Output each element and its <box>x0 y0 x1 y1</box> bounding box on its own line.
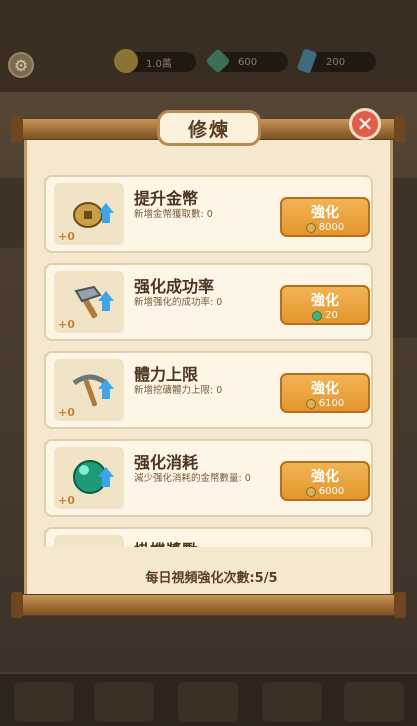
item-icon-box: +0 <box>54 183 124 245</box>
bottom-nav <box>0 672 417 726</box>
item-icon-box: +0 <box>54 359 124 421</box>
item-name: 體力上限 <box>134 365 199 384</box>
bottom-nav-slot[interactable] <box>262 682 322 722</box>
coin-counter: 1.0萬 <box>114 49 196 73</box>
list-item: +0 强化消耗 減少强化消耗的金幣數量: 0 強化 6000 <box>44 439 373 517</box>
crystal-counter: 200 <box>296 48 376 74</box>
bottom-nav-slot[interactable] <box>14 682 74 722</box>
gem-counter: 600 <box>205 48 288 74</box>
bottom-nav-slot[interactable] <box>178 682 238 722</box>
upgrade-button[interactable]: 強化 6100 <box>280 373 370 413</box>
up-arrow-icon <box>98 467 114 489</box>
scroll-rod-bottom <box>11 592 406 618</box>
item-desc: 減少强化消耗的金幣數量: 0 <box>134 473 251 484</box>
item-name: 提升金幣 <box>134 189 199 208</box>
daily-video-count: 每日視頻強化次數:5/5 <box>145 571 278 586</box>
item-icon-box <box>54 535 124 547</box>
upgrade-button[interactable]: 強化 6000 <box>280 461 370 501</box>
coin-icon <box>305 222 316 233</box>
top-bar <box>0 0 417 92</box>
item-desc: 新增挖礦體力上限: 0 <box>134 385 223 396</box>
item-name: 强化成功率 <box>134 277 215 296</box>
gear-icon[interactable]: ⚙ <box>8 52 34 78</box>
item-list[interactable]: +0 提升金幣 新增金幣獲取數: 0 強化 8000 +0 强化成功率 新增强化… <box>39 159 378 547</box>
item-icon-box: +0 <box>54 447 124 509</box>
dialog-title: 修煉 <box>157 110 261 146</box>
bottom-nav-slot[interactable] <box>344 682 404 722</box>
training-dialog: +0 提升金幣 新增金幣獲取數: 0 強化 8000 +0 强化成功率 新增强化… <box>24 132 393 602</box>
list-item: +0 提升金幣 新增金幣獲取數: 0 強化 8000 <box>44 175 373 253</box>
up-arrow-icon <box>98 203 114 225</box>
item-icon-box: +0 <box>54 271 124 333</box>
item-name: 强化消耗 <box>134 453 199 472</box>
gem-icon <box>312 310 323 321</box>
list-item: +0 體力上限 新增挖礦體力上限: 0 強化 6100 <box>44 351 373 429</box>
close-icon[interactable]: ✕ <box>349 108 381 140</box>
coin-icon <box>305 486 316 497</box>
right-side-menu <box>389 178 417 338</box>
bottom-nav-slot[interactable] <box>94 682 154 722</box>
coin-icon <box>114 49 138 73</box>
coin-icon <box>305 398 316 409</box>
upgrade-button[interactable]: 強化 8000 <box>280 197 370 237</box>
list-item: 掛機獎勵 <box>44 527 373 547</box>
up-arrow-icon <box>98 291 114 313</box>
item-name: 掛機獎勵 <box>134 537 198 547</box>
item-desc: 新增强化的成功率: 0 <box>134 297 223 308</box>
list-item: +0 强化成功率 新增强化的成功率: 0 強化 20 <box>44 263 373 341</box>
upgrade-button[interactable]: 強化 20 <box>280 285 370 325</box>
up-arrow-icon <box>98 379 114 401</box>
item-desc: 新增金幣獲取數: 0 <box>134 209 213 220</box>
